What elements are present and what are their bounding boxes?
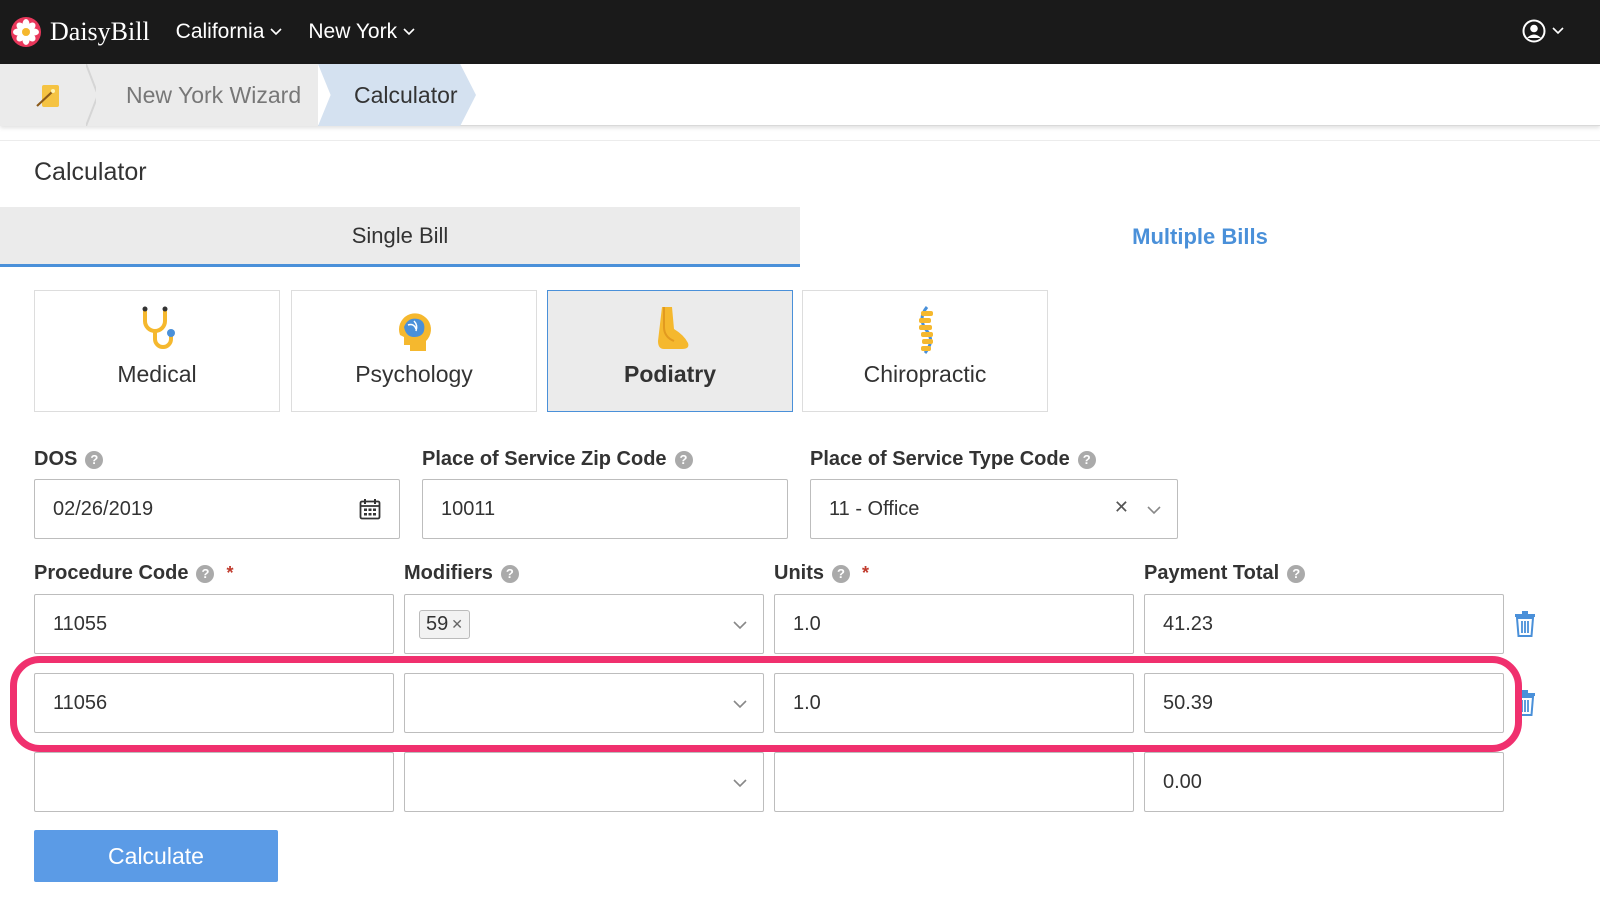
breadcrumb: New York Wizard Calculator <box>0 64 1600 126</box>
units-input[interactable] <box>774 752 1134 812</box>
help-icon[interactable]: ? <box>832 564 850 583</box>
help-icon[interactable]: ? <box>500 564 519 583</box>
specialty-card-medical[interactable]: Medical <box>34 290 280 412</box>
modifier-tag[interactable]: 59 ✕ <box>419 609 470 639</box>
clear-icon[interactable]: ✕ <box>1114 497 1129 518</box>
help-icon[interactable]: ? <box>1077 450 1096 469</box>
modifier-tag-label: 59 <box>426 612 449 635</box>
wand-icon <box>36 85 59 107</box>
help-icon[interactable]: ? <box>85 450 104 469</box>
trash-icon[interactable] <box>1514 690 1536 716</box>
dos-field[interactable]: 02/26/2019 <box>34 479 400 539</box>
top-navbar: DaisyBill California New York <box>0 0 1600 64</box>
chevron-down-icon <box>403 28 415 36</box>
payment-total-label: Payment Total ? <box>1144 562 1306 585</box>
procedure-code-value: 11056 <box>53 691 108 714</box>
payment-total-field: 41.23 <box>1144 594 1504 654</box>
zip-value: 10011 <box>441 497 496 520</box>
units-input[interactable]: 1.0 <box>774 594 1134 654</box>
units-value: 1.0 <box>793 691 821 714</box>
specialty-card-chiropractic[interactable]: Chiropractic <box>802 290 1048 412</box>
modifiers-select[interactable] <box>404 752 764 812</box>
procedure-code-label-text: Procedure Code <box>34 562 189 584</box>
chevron-down-icon <box>733 621 747 630</box>
spine-icon <box>919 306 933 354</box>
help-icon[interactable]: ? <box>674 450 693 469</box>
chevron-down-icon <box>270 28 282 36</box>
calendar-icon[interactable] <box>359 498 381 520</box>
modifiers-select[interactable]: 59 ✕ <box>404 594 764 654</box>
procedure-code-label: Procedure Code ? * <box>34 562 234 585</box>
nav-new-york[interactable]: New York <box>308 20 415 44</box>
tab-multiple-bills[interactable]: Multiple Bills <box>800 207 1600 267</box>
chevron-down-icon <box>733 779 747 788</box>
zip-field[interactable]: 10011 <box>422 479 788 539</box>
payment-total-field: 0.00 <box>1144 752 1504 812</box>
user-avatar-icon <box>1522 19 1546 43</box>
specialty-label: Podiatry <box>623 361 717 387</box>
modifiers-label-text: Modifiers <box>404 562 493 584</box>
chevron-down-icon <box>1147 506 1161 515</box>
payment-total-value: 41.23 <box>1163 612 1214 635</box>
calculate-button[interactable]: Calculate <box>34 830 278 882</box>
specialty-label: Psychology <box>355 361 473 387</box>
bill-tabs: Single Bill Multiple Bills <box>0 207 1600 267</box>
help-icon[interactable]: ? <box>1287 564 1306 583</box>
nav-california-label: California <box>175 20 265 43</box>
procedure-code-input[interactable] <box>34 752 394 812</box>
foot-icon <box>658 307 689 349</box>
chevron-down-icon <box>733 700 747 709</box>
payment-total-value: 50.39 <box>1163 691 1214 714</box>
page-title: Calculator <box>34 158 147 186</box>
brand-name: DaisyBill <box>50 17 150 46</box>
divider <box>0 140 1600 141</box>
payment-total-label-text: Payment Total <box>1144 562 1280 584</box>
chevron-down-icon <box>1552 27 1564 35</box>
trash-icon[interactable] <box>1514 611 1536 637</box>
specialty-label: Chiropractic <box>863 361 987 387</box>
specialty-card-podiatry[interactable]: Podiatry <box>547 290 793 412</box>
brand[interactable]: DaisyBill <box>10 16 150 48</box>
units-label: Units ? * <box>774 562 869 585</box>
units-input[interactable]: 1.0 <box>774 673 1134 733</box>
daisy-logo-icon <box>11 17 41 47</box>
procedure-code-input[interactable]: 11056 <box>34 673 394 733</box>
procedure-code-input[interactable]: 11055 <box>34 594 394 654</box>
procedure-code-value: 11055 <box>53 612 108 635</box>
specialty-card-psychology[interactable]: Psychology <box>291 290 537 412</box>
nav-california[interactable]: California <box>176 20 283 44</box>
specialty-label: Medical <box>117 361 197 387</box>
modifiers-select[interactable] <box>404 673 764 733</box>
breadcrumb-current: Calculator <box>318 64 476 126</box>
zip-label: Place of Service Zip Code ? <box>422 448 693 471</box>
dos-label: DOS ? <box>34 448 104 471</box>
help-icon[interactable]: ? <box>196 564 215 583</box>
brain-icon <box>398 313 431 351</box>
payment-total-value: 0.00 <box>1163 770 1202 793</box>
user-menu[interactable] <box>1522 19 1564 43</box>
dos-value: 02/26/2019 <box>53 497 154 520</box>
modifiers-label: Modifiers ? <box>404 562 519 585</box>
breadcrumb-wizard[interactable]: New York Wizard <box>96 64 318 126</box>
type-select[interactable]: 11 - Office ✕ <box>810 479 1178 539</box>
tab-single-bill[interactable]: Single Bill <box>0 207 800 267</box>
type-label: Place of Service Type Code ? <box>810 448 1096 471</box>
type-value: 11 - Office <box>829 497 920 520</box>
required-marker: * <box>226 563 234 583</box>
units-value: 1.0 <box>793 612 821 635</box>
payment-total-field: 50.39 <box>1144 673 1504 733</box>
dos-label-text: DOS <box>34 448 78 470</box>
remove-tag-icon[interactable]: ✕ <box>451 616 463 633</box>
zip-label-text: Place of Service Zip Code <box>422 448 667 470</box>
nav-new-york-label: New York <box>308 20 398 43</box>
required-marker: * <box>862 563 870 583</box>
type-label-text: Place of Service Type Code <box>810 448 1070 470</box>
breadcrumb-home[interactable] <box>0 64 96 126</box>
units-label-text: Units <box>774 562 824 584</box>
stethoscope-icon <box>142 306 175 349</box>
